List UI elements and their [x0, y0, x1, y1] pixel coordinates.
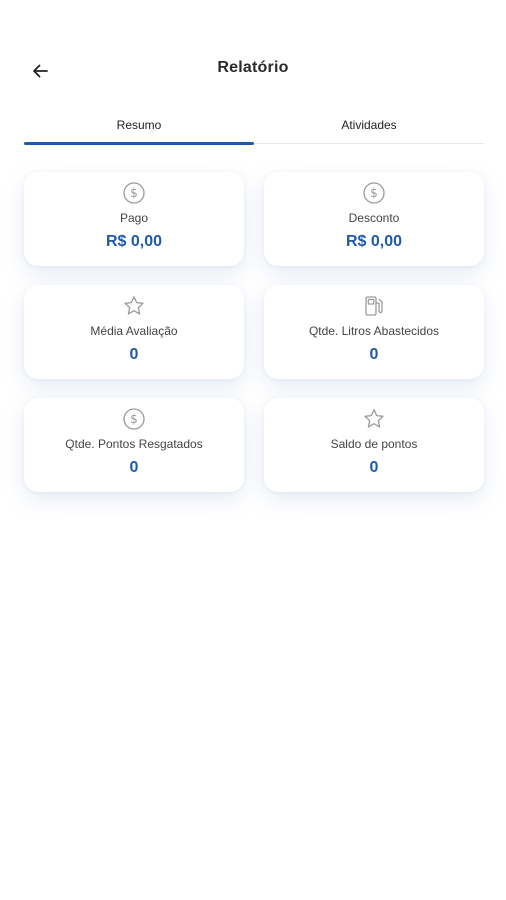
fuel-pump-icon — [362, 294, 386, 318]
summary-grid: $ Pago R$ 0,00 $ Desconto R$ 0,00 Média … — [24, 172, 484, 492]
report-screen: Relatório Resumo Atividades $ Pago R$ 0,… — [0, 0, 506, 900]
tab-atividades[interactable]: Atividades — [254, 110, 484, 143]
svg-text:$: $ — [370, 186, 378, 200]
card-litros-abastecidos: Qtde. Litros Abastecidos 0 — [264, 285, 484, 379]
svg-text:$: $ — [130, 186, 138, 200]
card-value: R$ 0,00 — [105, 233, 163, 250]
card-pago: $ Pago R$ 0,00 — [24, 172, 244, 266]
card-value: R$ 0,00 — [345, 233, 403, 250]
card-value: 0 — [129, 459, 139, 476]
card-label: Desconto — [348, 211, 400, 225]
card-value: 0 — [369, 346, 379, 363]
page-title: Relatório — [217, 59, 289, 76]
card-media-avaliacao: Média Avaliação 0 — [24, 285, 244, 379]
card-label: Saldo de pontos — [330, 437, 418, 451]
card-pontos-resgatados: $ Qtde. Pontos Resgatados 0 — [24, 398, 244, 492]
dollar-circle-icon: $ — [362, 181, 386, 205]
card-desconto: $ Desconto R$ 0,00 — [264, 172, 484, 266]
dollar-circle-icon: $ — [122, 407, 146, 431]
card-label: Qtde. Pontos Resgatados — [65, 437, 203, 451]
dollar-circle-icon: $ — [122, 181, 146, 205]
card-label: Média Avaliação — [90, 324, 178, 338]
svg-text:$: $ — [130, 412, 138, 426]
star-icon — [122, 294, 146, 318]
tab-bar: Resumo Atividades — [24, 110, 484, 145]
star-icon — [362, 407, 386, 431]
card-label: Qtde. Litros Abastecidos — [308, 324, 440, 338]
card-value: 0 — [369, 459, 379, 476]
card-value: 0 — [129, 346, 139, 363]
tab-resumo[interactable]: Resumo — [24, 110, 254, 145]
card-saldo-pontos: Saldo de pontos 0 — [264, 398, 484, 492]
card-label: Pago — [119, 211, 149, 225]
